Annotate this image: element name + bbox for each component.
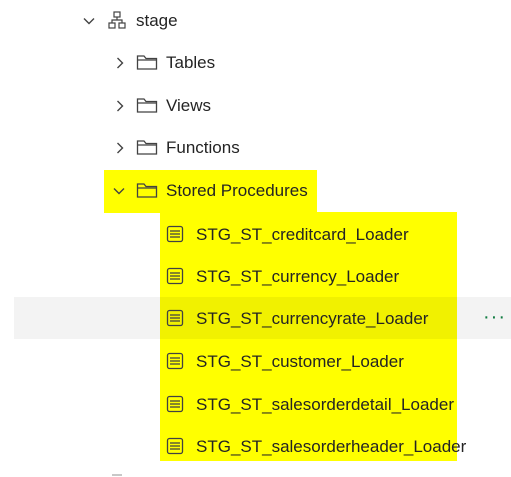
folder-label-views: Views (166, 96, 212, 115)
folder-label-stored-procedures: Stored Procedures (166, 181, 308, 200)
chevron-right-icon[interactable] (113, 141, 127, 155)
folder-icon (136, 183, 158, 198)
schema-icon (108, 11, 126, 29)
stored-procedure-icon (166, 395, 184, 413)
chevron-down-icon[interactable] (112, 184, 126, 198)
folder-label-tables: Tables (166, 53, 216, 72)
tree-item-folder-tables[interactable]: Tables (0, 42, 511, 84)
procedure-label: STG_ST_salesorderdetail_Loader (196, 395, 454, 414)
procedure-label: STG_ST_currency_Loader (196, 267, 400, 286)
chevron-right-icon[interactable] (113, 99, 127, 113)
tree-item-procedure[interactable]: STG_ST_salesorderdetail_Loader (0, 383, 511, 425)
tree-item-procedure[interactable]: STG_ST_salesorderheader_Loader (0, 425, 511, 467)
procedure-label: STG_ST_currencyrate_Loader (196, 309, 429, 328)
stored-procedure-icon (166, 309, 184, 327)
chevron-down-icon[interactable] (82, 14, 96, 28)
procedure-label: STG_ST_creditcard_Loader (196, 225, 409, 244)
tree-item-folder-functions[interactable]: Functions (0, 127, 511, 169)
stored-procedure-icon (166, 352, 184, 370)
tree-item-procedure-hovered[interactable]: STG_ST_currencyrate_Loader ··· (14, 297, 511, 339)
tree-item-folder-stored-procedures[interactable]: Stored Procedures (0, 170, 511, 212)
folder-icon (136, 55, 158, 70)
procedure-label: STG_ST_salesorderheader_Loader (196, 437, 467, 456)
tree-item-procedure[interactable]: STG_ST_currency_Loader (0, 255, 511, 297)
procedure-label: STG_ST_customer_Loader (196, 352, 404, 371)
more-options-button[interactable]: ··· (483, 307, 506, 327)
tree-item-procedure[interactable]: STG_ST_customer_Loader (0, 340, 511, 382)
tree-item-folder-views[interactable]: Views (0, 85, 511, 127)
tree-item-procedure[interactable]: STG_ST_creditcard_Loader (0, 213, 511, 255)
chevron-right-icon[interactable] (113, 56, 127, 70)
folder-icon (136, 98, 158, 113)
next-item-edge (112, 474, 122, 476)
folder-label-functions: Functions (166, 138, 240, 157)
object-explorer-tree: stage Tables Views Functions Stored Proc… (0, 0, 511, 477)
tree-item-schema-stage[interactable]: stage (0, 0, 511, 42)
stored-procedure-icon (166, 437, 184, 455)
stored-procedure-icon (166, 267, 184, 285)
folder-icon (136, 140, 158, 155)
schema-label: stage (136, 11, 178, 30)
stored-procedure-icon (166, 225, 184, 243)
